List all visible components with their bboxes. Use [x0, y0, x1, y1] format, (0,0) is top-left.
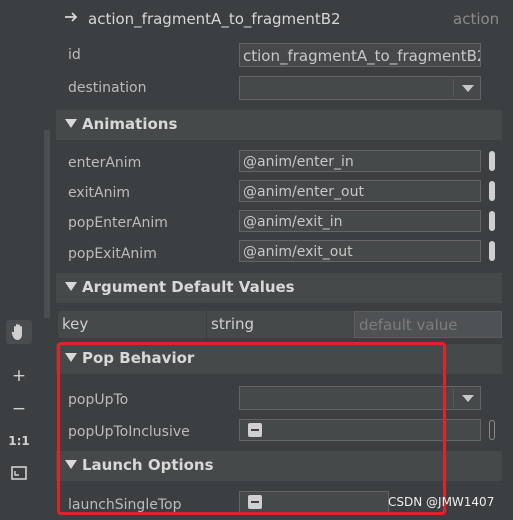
- id-label: id: [68, 47, 81, 63]
- collapse-triangle-icon: [65, 282, 77, 291]
- destination-label: destination: [68, 80, 147, 96]
- argument-key-cell: key: [58, 311, 206, 338]
- zoom-out-button[interactable]: −: [6, 397, 32, 421]
- argument-defaults-section-header[interactable]: Argument Default Values: [56, 273, 502, 303]
- enter-anim-field[interactable]: @anim/enter_in: [239, 150, 481, 172]
- pop-enter-anim-field[interactable]: @anim/exit_in: [239, 210, 481, 232]
- hand-icon[interactable]: [6, 320, 32, 344]
- zoom-in-icon: +: [11, 366, 27, 386]
- chevron-down-icon: [462, 85, 474, 92]
- exit-anim-picker-handle[interactable]: [489, 181, 495, 201]
- exit-anim-field[interactable]: @anim/enter_out: [239, 180, 481, 202]
- actual-size-label: 1:1: [8, 434, 30, 448]
- enter-anim-picker-handle[interactable]: [489, 151, 495, 171]
- zoom-out-icon: −: [11, 399, 27, 419]
- pop-up-to-inclusive-handle[interactable]: [489, 420, 495, 440]
- arrow-right-icon: [63, 9, 79, 29]
- zoom-in-button[interactable]: +: [6, 364, 32, 388]
- animations-title: Animations: [82, 115, 178, 133]
- argument-row: key string default value: [58, 311, 502, 338]
- fit-screen-icon: [11, 466, 27, 480]
- pop-exit-anim-label: popExitAnim: [68, 246, 157, 262]
- hand-icon-svg: [11, 324, 22, 340]
- id-field[interactable]: ction_fragmentA_to_fragmentB2: [239, 43, 481, 67]
- actual-size-button[interactable]: 1:1: [6, 429, 32, 453]
- dropdown-separator: [453, 389, 454, 407]
- collapse-triangle-icon: [65, 119, 77, 128]
- argument-type-cell: string: [206, 311, 354, 338]
- chevron-down-icon: [462, 395, 474, 402]
- destination-dropdown[interactable]: [239, 76, 481, 100]
- pop-enter-anim-label: popEnterAnim: [68, 215, 168, 231]
- toolbar-scrollbar[interactable]: [44, 130, 50, 318]
- fit-screen-button[interactable]: [6, 461, 32, 485]
- watermark: CSDN @JMW1407: [388, 495, 495, 509]
- element-kind: action: [453, 10, 500, 28]
- argument-default-value-input[interactable]: default value: [354, 311, 502, 338]
- enter-anim-label: enterAnim: [68, 155, 142, 171]
- animations-section-header[interactable]: Animations: [56, 110, 502, 140]
- pop-exit-anim-field[interactable]: @anim/exit_out: [239, 240, 481, 262]
- pop-exit-anim-picker-handle[interactable]: [489, 241, 495, 261]
- dropdown-separator: [453, 79, 454, 97]
- exit-anim-label: exitAnim: [68, 185, 131, 201]
- pop-enter-anim-picker-handle[interactable]: [489, 211, 495, 231]
- highlight-annotation: [57, 342, 446, 515]
- argument-defaults-title: Argument Default Values: [82, 278, 295, 296]
- action-title: action_fragmentA_to_fragmentB2: [88, 10, 341, 28]
